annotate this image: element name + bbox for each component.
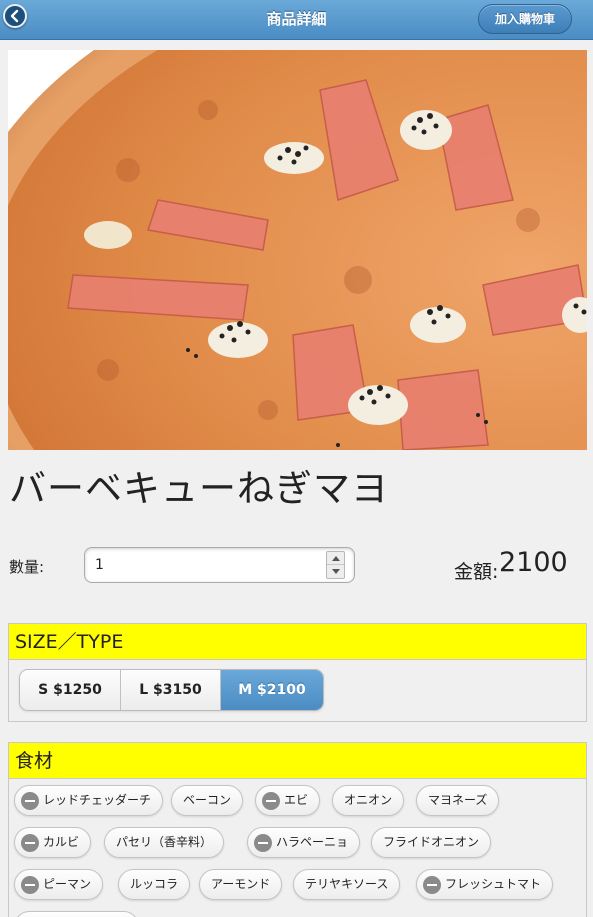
ingredient-label: エビ xyxy=(284,793,309,807)
ingredient-chip[interactable]: テリヤキソース xyxy=(293,869,401,900)
decrement-button[interactable] xyxy=(327,565,344,578)
ingredient-label: ピーマン xyxy=(43,877,92,891)
size-option-l[interactable]: L $3150 xyxy=(121,670,221,710)
ingredient-label: オニオン xyxy=(344,793,393,807)
ingredient-chip[interactable]: オニオン xyxy=(332,785,405,816)
remove-icon xyxy=(254,834,272,852)
ingredient-label: テリヤキソース xyxy=(305,877,389,891)
ingredient-label: パセリ（香辛料） xyxy=(116,835,213,849)
ingredient-chip[interactable]: マヨネーズ xyxy=(416,785,500,816)
quantity-input[interactable]: 1 xyxy=(84,547,355,583)
ingredients-heading: 食材 xyxy=(9,743,586,779)
amount-label: 金額: xyxy=(454,561,499,583)
ingredient-label: フライドオニオン xyxy=(383,835,480,849)
size-option-m[interactable]: M $2100 xyxy=(221,670,323,710)
ingredient-chip[interactable] xyxy=(14,911,139,917)
header-bar: 商品詳細 加入購物車 xyxy=(0,0,593,40)
amount-value: 2100 xyxy=(499,547,568,578)
ingredient-chip[interactable]: パセリ（香辛料） xyxy=(104,827,225,858)
size-option-s[interactable]: S $1250 xyxy=(20,670,121,710)
ingredient-chip[interactable]: ルッコラ xyxy=(118,869,191,900)
quantity-label: 數量: xyxy=(9,558,45,576)
ingredient-chip[interactable]: ベーコン xyxy=(171,785,244,816)
ingredient-label: ベーコン xyxy=(183,793,232,807)
product-name: バーベキューねぎマヨ xyxy=(9,467,389,510)
ingredient-chip[interactable]: フライドオニオン xyxy=(371,827,492,858)
ingredient-label: カルビ xyxy=(43,835,80,849)
ingredient-chip[interactable]: ハラペーニョ xyxy=(247,827,361,858)
ingredient-chip[interactable]: アーモンド xyxy=(199,869,283,900)
remove-icon xyxy=(423,876,441,894)
ingredient-chip[interactable]: カルビ xyxy=(14,827,92,858)
ingredient-label: ハラペーニョ xyxy=(276,835,349,849)
increment-button[interactable] xyxy=(327,552,344,565)
size-type-section: SIZE／TYPE S $1250 L $3150 M $2100 xyxy=(8,623,587,722)
pizza-photo xyxy=(8,50,587,450)
quantity-stepper[interactable] xyxy=(326,551,345,579)
remove-icon xyxy=(262,792,280,810)
ingredient-chip[interactable]: ピーマン xyxy=(14,869,104,900)
ingredient-label: フレッシュトマト xyxy=(445,877,542,891)
ingredient-label: マヨネーズ xyxy=(428,793,488,807)
remove-icon xyxy=(21,792,39,810)
ingredients-section: 食材 レッドチェッダーチ ベーコン エビ オニオン マヨネーズ カルビ パセリ（… xyxy=(8,742,587,917)
remove-icon xyxy=(21,876,39,894)
ingredient-chip[interactable]: エビ xyxy=(255,785,321,816)
ingredient-label: アーモンド xyxy=(211,877,271,891)
add-to-cart-button[interactable]: 加入購物車 xyxy=(478,4,572,34)
chevron-down-icon xyxy=(332,569,340,574)
chevron-up-icon xyxy=(332,556,340,561)
ingredient-label: レッドチェッダーチ xyxy=(43,793,152,807)
remove-icon xyxy=(21,834,39,852)
ingredient-label: ルッコラ xyxy=(130,877,179,891)
ingredient-chip[interactable]: レッドチェッダーチ xyxy=(14,785,164,816)
ingredient-chip[interactable]: フレッシュトマト xyxy=(416,869,554,900)
size-selector: S $1250 L $3150 M $2100 xyxy=(19,669,324,711)
size-type-heading: SIZE／TYPE xyxy=(9,624,586,660)
